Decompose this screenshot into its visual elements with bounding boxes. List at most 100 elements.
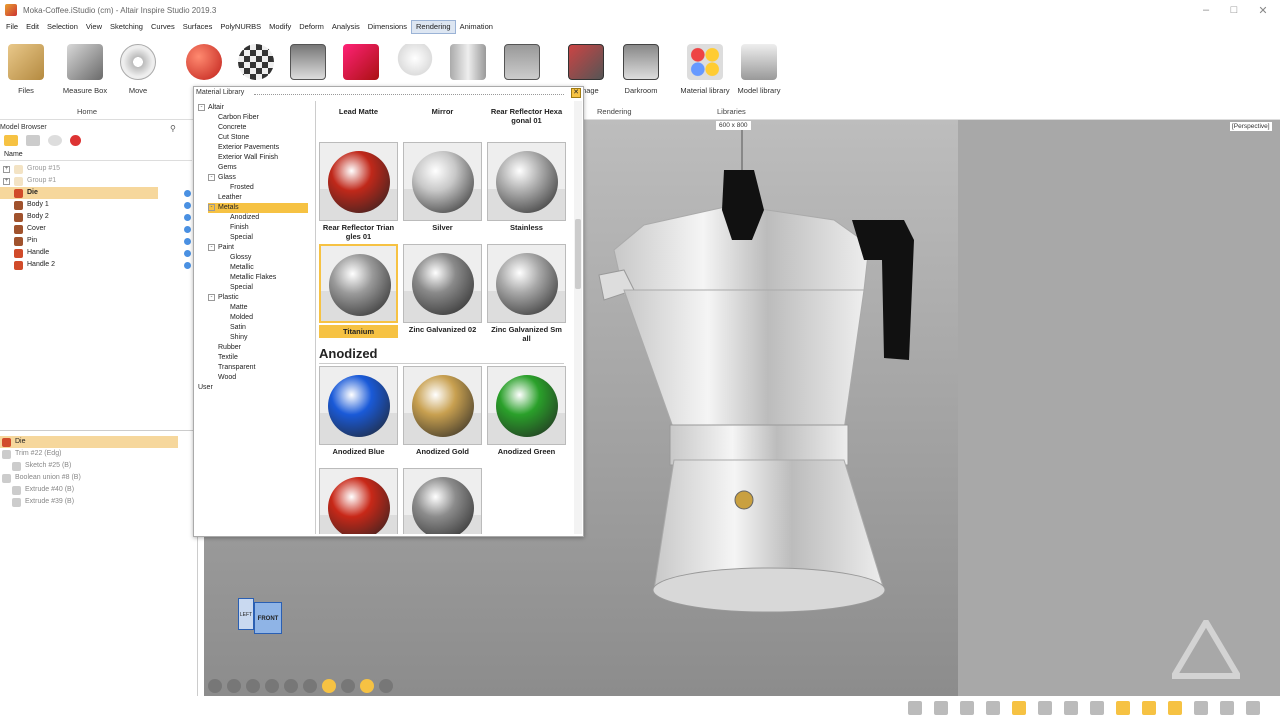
light-button[interactable] <box>397 44 433 86</box>
visibility-check-icon[interactable] <box>184 190 191 197</box>
name-column-header[interactable]: Name <box>0 149 192 161</box>
material-swatch[interactable]: Anodized Blue <box>319 366 398 456</box>
pan-icon[interactable] <box>246 679 260 693</box>
status-tool-icon[interactable] <box>986 701 1000 715</box>
library-tree-item[interactable]: Matte <box>230 303 248 313</box>
measure-box-button[interactable]: Measure Box <box>60 44 110 95</box>
menu-rendering[interactable]: Rendering <box>410 20 456 34</box>
visibility-check-icon[interactable] <box>184 250 191 257</box>
eye-icon[interactable] <box>208 679 222 693</box>
render-tool-7[interactable] <box>504 44 540 86</box>
model-item[interactable]: Die <box>0 187 191 199</box>
library-tree-item[interactable]: Molded <box>230 313 253 323</box>
expand-toggle[interactable] <box>3 202 10 209</box>
status-tool-icon[interactable] <box>1090 701 1104 715</box>
view-cube-left[interactable]: LEFT <box>238 598 254 630</box>
material-swatch[interactable]: Rear Reflector Trian gles 01 <box>319 142 398 241</box>
material-swatch[interactable]: Zinc Galvanized Sm all <box>487 244 566 343</box>
history-item[interactable]: Die <box>0 436 178 448</box>
history-item[interactable]: Trim #22 (Edg) <box>0 448 190 460</box>
camera-icon[interactable] <box>379 679 393 693</box>
objects-tab-icon[interactable] <box>4 135 18 146</box>
light-icon[interactable] <box>303 679 317 693</box>
material-swatch[interactable]: Silver <box>403 142 482 232</box>
model-item[interactable]: Pin <box>0 235 191 247</box>
move-button[interactable]: Move <box>116 44 160 95</box>
expand-toggle[interactable] <box>3 190 10 197</box>
close-library-button[interactable]: ✕ <box>571 88 581 98</box>
visibility-check-icon[interactable] <box>184 238 191 245</box>
material-swatch[interactable]: Anodized Gold <box>403 366 482 456</box>
rotate-icon[interactable] <box>227 679 241 693</box>
status-tool-icon[interactable] <box>1142 701 1156 715</box>
expand-toggle[interactable] <box>3 250 10 257</box>
expand-toggle[interactable] <box>3 238 10 245</box>
status-tool-icon[interactable] <box>1012 701 1026 715</box>
lights-tab-icon[interactable] <box>48 135 62 146</box>
status-tool-icon[interactable] <box>934 701 948 715</box>
visibility-check-icon[interactable] <box>184 262 191 269</box>
expand-toggle[interactable]: + <box>3 165 10 173</box>
menu-selection[interactable]: Selection <box>43 20 82 34</box>
status-tool-icon[interactable] <box>908 701 922 715</box>
model-library-button[interactable]: Model library <box>736 44 782 95</box>
menu-view[interactable]: View <box>82 20 106 34</box>
library-tree-item[interactable]: Metallic Flakes <box>230 273 276 283</box>
close-button[interactable]: ✕ <box>1246 0 1280 20</box>
menu-surfaces[interactable]: Surfaces <box>179 20 217 34</box>
status-tool-icon[interactable] <box>1116 701 1130 715</box>
library-tree-item[interactable]: Special <box>230 233 253 243</box>
render-tool-1[interactable] <box>186 44 222 86</box>
library-tree-item[interactable]: Transparent <box>208 363 255 373</box>
collapse-toggle[interactable]: - <box>208 243 215 251</box>
history-item[interactable]: Extrude #40 (B) <box>0 484 190 496</box>
menu-deform[interactable]: Deform <box>295 20 328 34</box>
model-item[interactable]: Handle 2 <box>0 259 191 271</box>
menu-animation[interactable]: Animation <box>456 20 497 34</box>
library-tree-item[interactable]: Leather <box>208 193 242 203</box>
library-tree-item[interactable]: Exterior Pavements <box>208 143 279 153</box>
collapse-toggle[interactable]: - <box>208 173 215 181</box>
menu-sketching[interactable]: Sketching <box>106 20 147 34</box>
material-swatch[interactable] <box>319 468 398 534</box>
material-label[interactable]: Lead Matte <box>319 107 398 116</box>
model-item[interactable]: Body 2 <box>0 211 191 223</box>
fit-icon[interactable] <box>284 679 298 693</box>
layers-tab-icon[interactable] <box>26 135 40 146</box>
library-tree-item[interactable]: Shiny <box>230 333 248 343</box>
library-tree-item[interactable]: Rubber <box>208 343 241 353</box>
visibility-check-icon[interactable] <box>184 214 191 221</box>
view-cube[interactable]: FRONT LEFT <box>234 590 294 650</box>
expand-toggle[interactable]: + <box>3 177 10 185</box>
library-tree-item[interactable]: Frosted <box>230 183 254 193</box>
library-tree-item[interactable]: Carbon Fiber <box>208 113 259 123</box>
collapse-toggle[interactable]: - <box>208 293 215 301</box>
collapse-toggle[interactable]: - <box>208 203 215 211</box>
material-swatch[interactable]: Titanium <box>319 244 398 338</box>
library-tree-item[interactable]: Glossy <box>230 253 251 263</box>
material-label[interactable]: Rear Reflector Hexa gonal 01 <box>487 107 566 125</box>
material-swatch[interactable]: Anodized Green <box>487 366 566 456</box>
library-tree-item[interactable]: Concrete <box>208 123 246 133</box>
moka-pot-model[interactable] <box>584 130 924 630</box>
status-tool-icon[interactable] <box>1220 701 1234 715</box>
visibility-check-icon[interactable] <box>184 202 191 209</box>
materials-tab-icon[interactable] <box>70 135 81 146</box>
menu-edit[interactable]: Edit <box>22 20 43 34</box>
library-tree-item[interactable]: - Plastic <box>208 293 239 303</box>
library-tree-item[interactable]: Metallic <box>230 263 254 273</box>
library-tree-item[interactable]: - Glass <box>208 173 236 183</box>
perspective-label[interactable]: [Perspective] <box>1230 122 1272 131</box>
status-tool-icon[interactable] <box>1246 701 1260 715</box>
snap-icon[interactable] <box>360 679 374 693</box>
title-grip[interactable] <box>254 94 564 95</box>
library-tree-item[interactable]: User <box>198 383 213 393</box>
menu-analysis[interactable]: Analysis <box>328 20 364 34</box>
model-item[interactable]: Handle <box>0 247 191 259</box>
status-tool-icon[interactable] <box>960 701 974 715</box>
status-tool-icon[interactable] <box>1038 701 1052 715</box>
expand-toggle[interactable] <box>3 262 10 269</box>
material-swatch[interactable]: Zinc Galvanized 02 <box>403 244 482 334</box>
menu-curves[interactable]: Curves <box>147 20 179 34</box>
expand-toggle[interactable] <box>3 214 10 221</box>
